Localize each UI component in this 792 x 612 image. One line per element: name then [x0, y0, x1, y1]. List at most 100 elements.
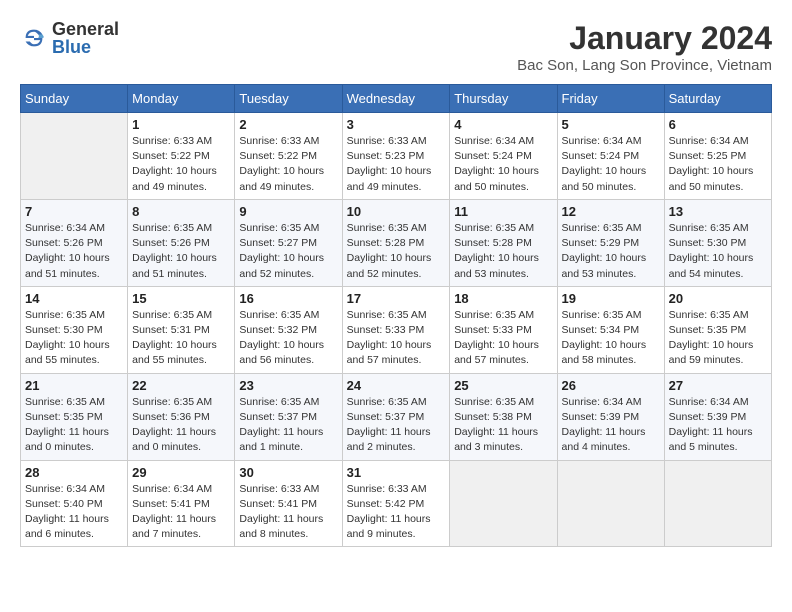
- day-info: Sunrise: 6:34 AM Sunset: 5:39 PM Dayligh…: [562, 395, 660, 456]
- day-info: Sunrise: 6:35 AM Sunset: 5:32 PM Dayligh…: [239, 308, 337, 369]
- day-number: 23: [239, 378, 337, 393]
- calendar-cell: 13 Sunrise: 6:35 AM Sunset: 5:30 PM Dayli…: [664, 199, 771, 286]
- calendar-cell: 9 Sunrise: 6:35 AM Sunset: 5:27 PM Daylig…: [235, 199, 342, 286]
- day-info: Sunrise: 6:35 AM Sunset: 5:27 PM Dayligh…: [239, 221, 337, 282]
- day-number: 4: [454, 117, 552, 132]
- day-info: Sunrise: 6:33 AM Sunset: 5:22 PM Dayligh…: [239, 134, 337, 195]
- day-info: Sunrise: 6:35 AM Sunset: 5:29 PM Dayligh…: [562, 221, 660, 282]
- calendar-cell: [450, 460, 557, 547]
- day-info: Sunrise: 6:35 AM Sunset: 5:34 PM Dayligh…: [562, 308, 660, 369]
- day-number: 25: [454, 378, 552, 393]
- day-number: 2: [239, 117, 337, 132]
- day-number: 30: [239, 465, 337, 480]
- calendar-cell: [21, 113, 128, 200]
- day-info: Sunrise: 6:35 AM Sunset: 5:33 PM Dayligh…: [347, 308, 446, 369]
- day-number: 27: [669, 378, 767, 393]
- header-day-monday: Monday: [128, 85, 235, 113]
- calendar-header: SundayMondayTuesdayWednesdayThursdayFrid…: [21, 85, 772, 113]
- day-info: Sunrise: 6:34 AM Sunset: 5:26 PM Dayligh…: [25, 221, 123, 282]
- week-row-4: 21Sunrise: 6:35 AM Sunset: 5:35 PM Dayli…: [21, 373, 772, 460]
- day-info: Sunrise: 6:35 AM Sunset: 5:35 PM Dayligh…: [669, 308, 767, 369]
- day-number: 8: [132, 204, 230, 219]
- day-number: 6: [669, 117, 767, 132]
- calendar-cell: 21Sunrise: 6:35 AM Sunset: 5:35 PM Dayli…: [21, 373, 128, 460]
- calendar-cell: 22 Sunrise: 6:35 AM Sunset: 5:36 PM Dayli…: [128, 373, 235, 460]
- calendar-cell: 30 Sunrise: 6:33 AM Sunset: 5:41 PM Dayli…: [235, 460, 342, 547]
- header-day-thursday: Thursday: [450, 85, 557, 113]
- calendar-cell: 25 Sunrise: 6:35 AM Sunset: 5:38 PM Dayli…: [450, 373, 557, 460]
- logo-blue: Blue: [52, 38, 119, 56]
- day-number: 13: [669, 204, 767, 219]
- day-number: 14: [25, 291, 123, 306]
- calendar-cell: 4 Sunrise: 6:34 AM Sunset: 5:24 PM Daylig…: [450, 113, 557, 200]
- day-number: 28: [25, 465, 123, 480]
- day-info: Sunrise: 6:35 AM Sunset: 5:35 PM Dayligh…: [25, 395, 123, 456]
- calendar-cell: 19Sunrise: 6:35 AM Sunset: 5:34 PM Dayli…: [557, 286, 664, 373]
- calendar-cell: 6 Sunrise: 6:34 AM Sunset: 5:25 PM Daylig…: [664, 113, 771, 200]
- header-day-sunday: Sunday: [21, 85, 128, 113]
- day-info: Sunrise: 6:34 AM Sunset: 5:25 PM Dayligh…: [669, 134, 767, 195]
- day-number: 20: [669, 291, 767, 306]
- calendar-cell: 29Sunrise: 6:34 AM Sunset: 5:41 PM Dayli…: [128, 460, 235, 547]
- day-number: 1: [132, 117, 230, 132]
- week-row-1: 1 Sunrise: 6:33 AM Sunset: 5:22 PM Daylig…: [21, 113, 772, 200]
- day-number: 12: [562, 204, 660, 219]
- day-info: Sunrise: 6:34 AM Sunset: 5:41 PM Dayligh…: [132, 482, 230, 543]
- calendar-cell: 26 Sunrise: 6:34 AM Sunset: 5:39 PM Dayli…: [557, 373, 664, 460]
- calendar-cell: 12 Sunrise: 6:35 AM Sunset: 5:29 PM Dayli…: [557, 199, 664, 286]
- calendar-cell: [557, 460, 664, 547]
- day-info: Sunrise: 6:35 AM Sunset: 5:30 PM Dayligh…: [669, 221, 767, 282]
- page-title: January 2024: [517, 20, 772, 57]
- calendar-cell: 16Sunrise: 6:35 AM Sunset: 5:32 PM Dayli…: [235, 286, 342, 373]
- calendar-cell: 11Sunrise: 6:35 AM Sunset: 5:28 PM Dayli…: [450, 199, 557, 286]
- calendar-cell: 3 Sunrise: 6:33 AM Sunset: 5:23 PM Daylig…: [342, 113, 450, 200]
- calendar-cell: 15 Sunrise: 6:35 AM Sunset: 5:31 PM Dayli…: [128, 286, 235, 373]
- calendar-cell: 2 Sunrise: 6:33 AM Sunset: 5:22 PM Daylig…: [235, 113, 342, 200]
- calendar-cell: 28 Sunrise: 6:34 AM Sunset: 5:40 PM Dayli…: [21, 460, 128, 547]
- day-info: Sunrise: 6:35 AM Sunset: 5:36 PM Dayligh…: [132, 395, 230, 456]
- day-info: Sunrise: 6:34 AM Sunset: 5:24 PM Dayligh…: [454, 134, 552, 195]
- day-info: Sunrise: 6:33 AM Sunset: 5:22 PM Dayligh…: [132, 134, 230, 195]
- day-number: 24: [347, 378, 446, 393]
- day-info: Sunrise: 6:35 AM Sunset: 5:37 PM Dayligh…: [347, 395, 446, 456]
- day-info: Sunrise: 6:34 AM Sunset: 5:39 PM Dayligh…: [669, 395, 767, 456]
- day-number: 3: [347, 117, 446, 132]
- calendar-cell: 8 Sunrise: 6:35 AM Sunset: 5:26 PM Daylig…: [128, 199, 235, 286]
- header-day-friday: Friday: [557, 85, 664, 113]
- day-info: Sunrise: 6:35 AM Sunset: 5:38 PM Dayligh…: [454, 395, 552, 456]
- page-subtitle: Bac Son, Lang Son Province, Vietnam: [517, 57, 772, 74]
- day-info: Sunrise: 6:35 AM Sunset: 5:30 PM Dayligh…: [25, 308, 123, 369]
- day-info: Sunrise: 6:34 AM Sunset: 5:40 PM Dayligh…: [25, 482, 123, 543]
- header-day-tuesday: Tuesday: [235, 85, 342, 113]
- day-info: Sunrise: 6:34 AM Sunset: 5:24 PM Dayligh…: [562, 134, 660, 195]
- day-number: 15: [132, 291, 230, 306]
- day-info: Sunrise: 6:33 AM Sunset: 5:41 PM Dayligh…: [239, 482, 337, 543]
- day-info: Sunrise: 6:35 AM Sunset: 5:26 PM Dayligh…: [132, 221, 230, 282]
- logo-icon: [20, 24, 48, 52]
- calendar-cell: 1 Sunrise: 6:33 AM Sunset: 5:22 PM Daylig…: [128, 113, 235, 200]
- day-number: 5: [562, 117, 660, 132]
- day-info: Sunrise: 6:35 AM Sunset: 5:31 PM Dayligh…: [132, 308, 230, 369]
- day-info: Sunrise: 6:35 AM Sunset: 5:37 PM Dayligh…: [239, 395, 337, 456]
- calendar-cell: 23 Sunrise: 6:35 AM Sunset: 5:37 PM Dayli…: [235, 373, 342, 460]
- logo: General Blue: [20, 20, 119, 56]
- day-info: Sunrise: 6:33 AM Sunset: 5:23 PM Dayligh…: [347, 134, 446, 195]
- logo-text: General Blue: [52, 20, 119, 56]
- day-number: 26: [562, 378, 660, 393]
- calendar-body: 1 Sunrise: 6:33 AM Sunset: 5:22 PM Daylig…: [21, 113, 772, 547]
- calendar-cell: 18Sunrise: 6:35 AM Sunset: 5:33 PM Dayli…: [450, 286, 557, 373]
- header-day-saturday: Saturday: [664, 85, 771, 113]
- day-number: 17: [347, 291, 446, 306]
- day-info: Sunrise: 6:35 AM Sunset: 5:28 PM Dayligh…: [347, 221, 446, 282]
- calendar-cell: 17 Sunrise: 6:35 AM Sunset: 5:33 PM Dayli…: [342, 286, 450, 373]
- week-row-3: 14 Sunrise: 6:35 AM Sunset: 5:30 PM Dayli…: [21, 286, 772, 373]
- week-row-2: 7 Sunrise: 6:34 AM Sunset: 5:26 PM Daylig…: [21, 199, 772, 286]
- day-info: Sunrise: 6:35 AM Sunset: 5:28 PM Dayligh…: [454, 221, 552, 282]
- day-number: 9: [239, 204, 337, 219]
- header-row: SundayMondayTuesdayWednesdayThursdayFrid…: [21, 85, 772, 113]
- day-number: 18: [454, 291, 552, 306]
- day-info: Sunrise: 6:33 AM Sunset: 5:42 PM Dayligh…: [347, 482, 446, 543]
- day-number: 7: [25, 204, 123, 219]
- day-number: 10: [347, 204, 446, 219]
- day-number: 22: [132, 378, 230, 393]
